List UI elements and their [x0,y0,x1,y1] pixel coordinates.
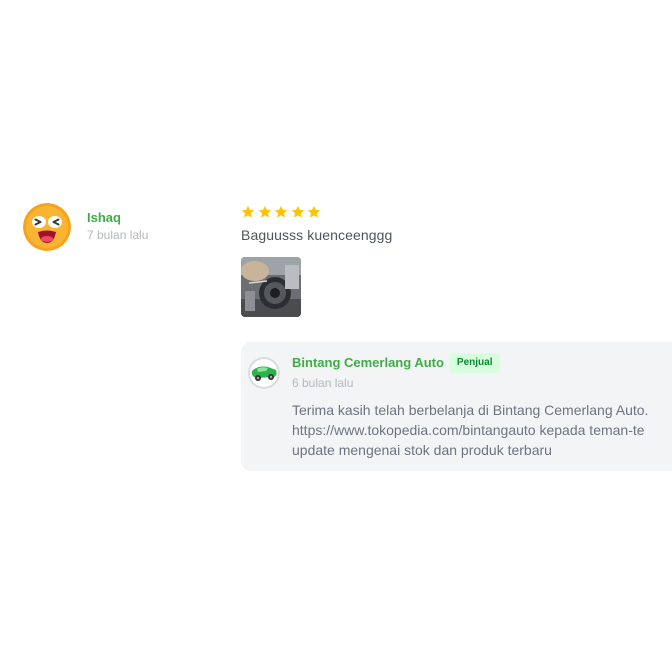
reviewer-info: Ishaq 7 bulan lalu [87,210,148,243]
reply-text-line: update mengenai stok dan produk terbaru [292,442,552,458]
review-body: Baguusss kuenceenggg [241,204,672,317]
star-icon [291,205,304,218]
review-photo-thumbnail[interactable] [241,257,301,317]
reviewer-avatar[interactable] [23,203,71,251]
laughing-emoji-icon [23,203,71,251]
star-rating [241,204,672,220]
reply-timestamp: 6 bulan lalu [292,376,354,390]
seller-badge: Penjual [449,353,500,373]
star-icon [274,205,288,218]
star-icon [241,205,255,218]
reply-text-line: Terima kasih telah berbelanja di Bintang… [292,402,649,418]
reviewer-name[interactable]: Ishaq [87,210,148,226]
review-timestamp: 7 bulan lalu [87,228,149,242]
seller-name[interactable]: Bintang Cemerlang Auto [292,353,444,373]
reply-text: Terima kasih telah berbelanja di Bintang… [292,400,672,460]
seller-reply: Bintang Cemerlang Auto Penjual 6 bulan l… [241,342,672,471]
star-icon [258,205,271,218]
reply-text-line: https://www.tokopedia.com/bintangauto ke… [292,422,645,438]
reply-header: Bintang Cemerlang Auto Penjual [292,353,500,373]
reviewer: Ishaq 7 bulan lalu [23,203,148,251]
seller-avatar[interactable] [248,357,280,389]
product-photo-icon [241,257,301,317]
review-page: Ishaq 7 bulan lalu Baguusss kuenceenggg [0,0,672,672]
seller-logo-icon [248,357,280,389]
star-icon [307,205,321,218]
review-text: Baguusss kuenceenggg [241,227,393,243]
